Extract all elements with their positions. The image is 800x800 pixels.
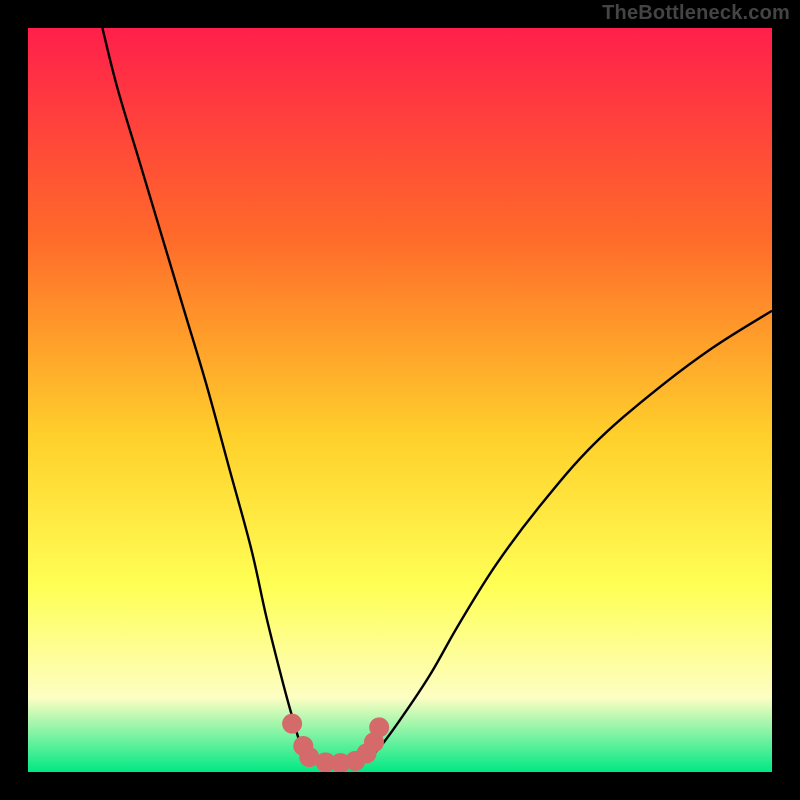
- trough-marker: [282, 714, 302, 734]
- chart-svg: [28, 28, 772, 772]
- gradient-bg: [28, 28, 772, 772]
- chart-frame: TheBottleneck.com: [0, 0, 800, 800]
- trough-marker: [369, 717, 389, 737]
- watermark-text: TheBottleneck.com: [602, 2, 790, 25]
- plot-area: [28, 28, 772, 772]
